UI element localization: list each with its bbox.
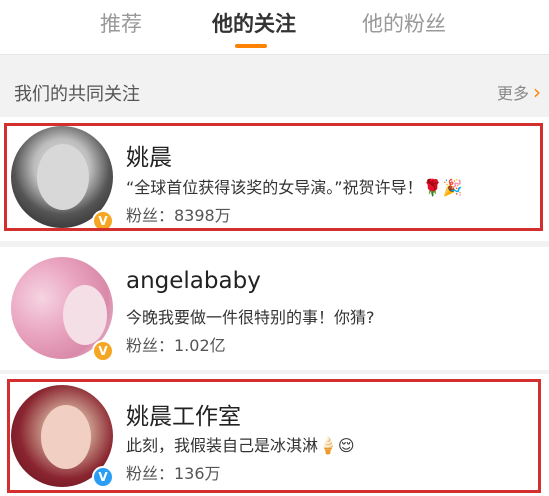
user-name[interactable]: angelababy [126, 268, 261, 294]
avatar-face [41, 405, 91, 469]
user-bio: “全球首位获得该奖的女导演。”祝贺许导！🌹🎉 [126, 178, 463, 197]
verified-badge-icon: V [92, 210, 114, 232]
user-fans: 粉丝：1.02亿 [126, 336, 226, 355]
common-follows-title: 我们的共同关注 [14, 84, 140, 105]
tab-following[interactable]: 他的关注 [212, 8, 296, 38]
user-fans: 粉丝：8398万 [126, 206, 231, 225]
verified-badge-icon: V [92, 466, 114, 488]
tab-bar: 推荐 他的关注 他的粉丝 [0, 0, 549, 55]
user-name[interactable]: 姚晨工作室 [126, 397, 241, 431]
user-fans: 粉丝：136万 [126, 464, 221, 483]
avatar-face [37, 144, 89, 210]
chevron-right-icon: › [533, 80, 541, 104]
tab-recommend[interactable]: 推荐 [100, 8, 142, 38]
verified-badge-icon: V [92, 340, 114, 362]
user-bio: 今晚我要做一件很特别的事！你猜? [126, 308, 375, 327]
active-tab-indicator [235, 44, 267, 48]
avatar-face [63, 285, 107, 345]
common-follows-header: 我们的共同关注 更多 › [0, 68, 549, 115]
tab-followers[interactable]: 他的粉丝 [362, 8, 446, 38]
user-name[interactable]: 姚晨 [126, 138, 172, 172]
more-label: 更多 [496, 84, 529, 103]
user-bio: 此刻，我假装自己是冰淇淋🍦😌 [126, 436, 355, 455]
more-button[interactable]: 更多 › [497, 80, 541, 104]
